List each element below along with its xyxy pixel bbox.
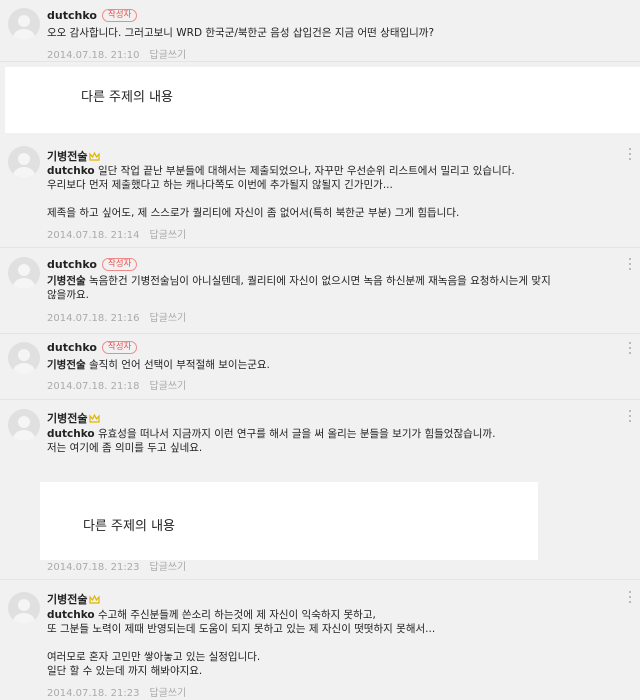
comment-meta: 2014.07.18. 21:16 답글쓰기 — [47, 309, 186, 324]
comment-text: 기병전술 녹음한건 기병전술님이 아니실텐데, 퀄리티에 자신이 없으시면 녹음… — [47, 274, 607, 302]
comment-line: 오오 감사합니다. 그러고보니 WRD 한국군/북한군 음성 삽입건은 지금 어… — [47, 27, 435, 39]
comment-meta: 2014.07.18. 21:14 답글쓰기 — [47, 226, 186, 241]
comment-line: dutchko 일단 작업 끝난 부분들에 대해서는 제출되었으나, 자꾸만 우… — [47, 165, 515, 177]
comment-line: 여러모로 혼자 고민만 쌓아놓고 있는 실정입니다. — [47, 651, 261, 663]
comment-author[interactable]: 기병전술 — [47, 410, 101, 426]
comment-line: 또 그분들 노력이 제때 반영되는데 도움이 되지 못하고 있는 제 자신이 떳… — [47, 623, 436, 635]
reply-button[interactable]: 답글쓰기 — [149, 313, 186, 324]
comment-line: 저는 여기에 좀 의미를 두고 싶네요. — [47, 442, 203, 454]
comment-date: 2014.07.18. 21:23 — [47, 562, 140, 573]
comment-text: 기병전술 솔직히 언어 선택이 부적절해 보이는군요. — [47, 358, 607, 372]
hidden-content-box: 다른 주제의 내용 — [5, 67, 640, 133]
comment-author[interactable]: 기병전술 — [47, 591, 101, 607]
comment-line — [47, 636, 607, 650]
more-options-icon[interactable] — [628, 591, 632, 605]
author-name[interactable]: 기병전술 — [47, 148, 87, 164]
comment-text: dutchko 일단 작업 끝난 부분들에 대해서는 제출되었으나, 자꾸만 우… — [47, 164, 607, 220]
author-name[interactable]: dutchko — [47, 9, 97, 22]
more-options-icon[interactable] — [628, 342, 632, 356]
comment-date: 2014.07.18. 21:10 — [47, 50, 140, 61]
avatar[interactable] — [8, 592, 40, 624]
comment-author[interactable]: dutchko 작성자 — [47, 341, 138, 354]
avatar[interactable] — [8, 409, 40, 441]
reply-button[interactable]: 답글쓰기 — [149, 230, 186, 241]
hidden-content-box: 다른 주제의 내용 — [40, 482, 538, 560]
author-badge: 작성자 — [101, 341, 138, 354]
comment-author[interactable]: 기병전술 — [47, 148, 101, 164]
crown-icon — [89, 151, 101, 161]
more-options-icon[interactable] — [628, 410, 632, 424]
comment-line: 일단 할 수 있는데 까지 해봐야지요. — [47, 665, 203, 677]
comment-item: dutchko 작성자 기병전술 녹음한건 기병전술님이 아니실텐데, 퀄리티에… — [0, 248, 640, 334]
comment-line: 않을까요. — [47, 289, 89, 301]
mention[interactable]: dutchko — [47, 609, 95, 621]
mention[interactable]: 기병전술 — [47, 275, 86, 287]
reply-button[interactable]: 답글쓰기 — [149, 688, 186, 699]
avatar[interactable] — [8, 8, 40, 40]
comment-author[interactable]: dutchko 작성자 — [47, 9, 138, 22]
mention[interactable]: dutchko — [47, 428, 95, 440]
comment-item: dutchko 작성자 기병전술 솔직히 언어 선택이 부적절해 보이는군요. … — [0, 334, 640, 400]
author-badge: 작성자 — [101, 258, 138, 271]
author-name[interactable]: dutchko — [47, 341, 97, 354]
crown-icon — [89, 594, 101, 604]
comment-meta: 2014.07.18. 21:23 답글쓰기 — [47, 684, 186, 699]
reply-button[interactable]: 답글쓰기 — [149, 562, 186, 573]
comment-line: dutchko 수고해 주신분들께 쓴소리 하는것에 제 자신이 익숙하지 못하… — [47, 609, 376, 621]
mention[interactable]: dutchko — [47, 165, 95, 177]
more-options-icon[interactable] — [628, 258, 632, 272]
comment-date: 2014.07.18. 21:16 — [47, 313, 140, 324]
comment-date: 2014.07.18. 21:14 — [47, 230, 140, 241]
avatar[interactable] — [8, 257, 40, 289]
comment-line: 기병전술 솔직히 언어 선택이 부적절해 보이는군요. — [47, 359, 270, 371]
reply-button[interactable]: 답글쓰기 — [149, 381, 186, 392]
comment-line — [47, 192, 607, 206]
comment-text: 오오 감사합니다. 그러고보니 WRD 한국군/북한군 음성 삽입건은 지금 어… — [47, 26, 607, 40]
comment-line: 우리보다 먼저 제출했다고 하는 캐나다쪽도 이번에 추가될지 않될지 긴가민가… — [47, 179, 393, 191]
comment-date: 2014.07.18. 21:23 — [47, 688, 140, 699]
comment-meta: 2014.07.18. 21:10 답글쓰기 — [47, 46, 186, 61]
comment-meta: 2014.07.18. 21:18 답글쓰기 — [47, 377, 186, 392]
more-options-icon[interactable] — [628, 148, 632, 162]
comment-item: 기병전술 dutchko 일단 작업 끝난 부분들에 대해서는 제출되었으나, … — [0, 138, 640, 248]
author-name[interactable]: 기병전술 — [47, 591, 87, 607]
comment-text: dutchko 유효성을 떠나서 지금까지 이런 연구를 해서 글을 써 올리는… — [47, 427, 607, 455]
comment-item: 기병전술 dutchko 수고해 주신분들께 쓴소리 하는것에 제 자신이 익숙… — [0, 580, 640, 700]
other-topic-text: 다른 주제의 내용 — [81, 90, 173, 105]
comment-author[interactable]: dutchko 작성자 — [47, 258, 138, 271]
comment-date: 2014.07.18. 21:18 — [47, 381, 140, 392]
comment-line: 기병전술 녹음한건 기병전술님이 아니실텐데, 퀄리티에 자신이 없으시면 녹음… — [47, 275, 551, 287]
crown-icon — [89, 413, 101, 423]
avatar[interactable] — [8, 342, 40, 374]
reply-button[interactable]: 답글쓰기 — [149, 50, 186, 61]
comment-text: dutchko 수고해 주신분들께 쓴소리 하는것에 제 자신이 익숙하지 못하… — [47, 608, 607, 678]
avatar[interactable] — [8, 146, 40, 178]
author-name[interactable]: 기병전술 — [47, 410, 87, 426]
comment-meta: 2014.07.18. 21:23 답글쓰기 — [47, 558, 186, 573]
comment-line: 제족을 하고 싶어도, 제 스스로가 퀄리티에 자신이 좀 없어서(특히 북한군… — [47, 207, 460, 219]
comment-line: dutchko 유효성을 떠나서 지금까지 이런 연구를 해서 글을 써 올리는… — [47, 428, 496, 440]
author-badge: 작성자 — [101, 9, 138, 22]
other-topic-text: 다른 주제의 내용 — [83, 519, 175, 534]
author-name[interactable]: dutchko — [47, 258, 97, 271]
mention[interactable]: 기병전술 — [47, 359, 86, 371]
comment-item: dutchko 작성자 오오 감사합니다. 그러고보니 WRD 한국군/북한군 … — [0, 0, 640, 62]
